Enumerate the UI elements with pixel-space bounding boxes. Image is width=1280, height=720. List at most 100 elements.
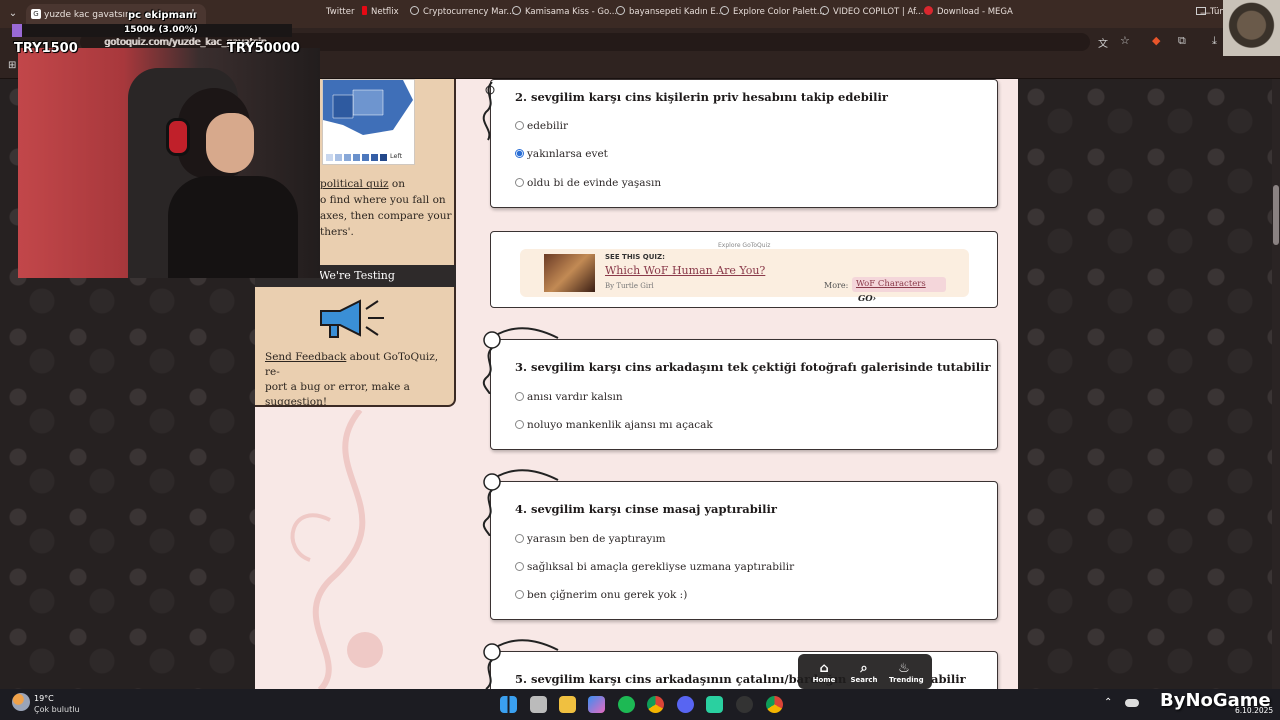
card-ornament [482,469,559,536]
answer-option[interactable]: sağlıksal bi amaçla gerekliyse uzmana ya… [515,561,794,573]
floral-decoration [290,410,383,690]
legend-swatch [326,154,333,161]
bookmark-crypto[interactable]: Cryptocurrency Mar... [410,5,515,19]
task-view-icon[interactable] [530,696,547,713]
radio-button[interactable] [515,562,524,571]
card-ornament [482,327,559,394]
flame-icon: ♨ [898,661,910,676]
goal-start: TRY1500 [14,41,78,56]
nav-trending-label: Trending [889,676,924,684]
legend-label: Left [390,152,403,160]
streamer-body [168,176,298,278]
discord-icon[interactable] [677,696,694,713]
bookmark-mega[interactable]: Download - MEGA [924,5,1013,19]
site-favicon-icon: G [31,9,41,19]
question-text: 5. sevgilim karşı cins arkadaşının çatal… [515,672,847,686]
weather-desc: Çok bulutlu [34,705,80,714]
political-quiz-link[interactable]: political quiz [320,178,389,190]
answer-label: noluyo mankenlik ajansı mı açacak [527,419,713,431]
apps-grid-icon[interactable]: ⊞ [8,60,16,71]
more-label: More: [824,281,849,290]
nav-search-button[interactable]: ⌕ Search [849,661,879,685]
onedrive-icon[interactable] [1125,699,1139,707]
answer-label: oldu bi de evinde yaşasın [527,177,662,189]
nav-search-label: Search [850,676,878,684]
mega-icon [924,6,933,15]
spotify-icon[interactable] [618,696,635,713]
answer-option[interactable]: ben çiğnerim onu gerek yok :) [515,589,687,601]
question-card: 4. sevgilim karşı cinse masaj yaptırabil… [490,481,998,620]
bookmark-label: Cryptocurrency Mar... [423,7,515,17]
page-background-right [1018,79,1280,689]
quiz-text-line2: o find where you fall on [320,194,446,206]
weather-temp: 19°C [34,694,54,703]
radio-button[interactable] [515,590,524,599]
answer-option[interactable]: edebilir [515,120,568,132]
question-text-tail: abilir [931,672,966,686]
legend-swatch [335,154,342,161]
feedback-line2: port a bug or error, make a [265,381,410,393]
nav-home-label: Home [812,676,836,684]
tray-chevron-icon[interactable]: ⌃ [1104,697,1112,708]
nav-trending-button[interactable]: ♨ Trending [889,661,924,685]
bookmark-color-palette[interactable]: Explore Color Palett... [720,5,825,19]
bookmark-label: Twitter [326,7,355,17]
quiz-text-line4: thers'. [320,226,354,238]
legend-swatch [344,154,351,161]
bookmark-label: Netflix [371,7,399,17]
globe-icon [720,6,729,15]
legend-swatch [353,154,360,161]
app-icon[interactable] [706,696,723,713]
megaphone-icon [320,299,384,338]
tab-list-button[interactable]: ⌄ [6,7,20,21]
card-ornament [482,82,495,141]
send-feedback-link[interactable]: Send Feedback [265,351,346,363]
answer-label: yakınlarsa evet [527,148,608,160]
windows-start-icon[interactable] [500,696,517,713]
bookmark-star-icon[interactable]: ☆ [1120,34,1130,47]
bookmark-bayansepeti[interactable]: bayansepeti Kadın E... [616,5,724,19]
cat-overlay-image [1223,0,1280,56]
bookmark-kamisama[interactable]: Kamisama Kiss - Go... [512,5,617,19]
scrollbar[interactable] [1272,79,1280,689]
feedback-text: Send Feedback about GoToQuiz, re- port a… [265,350,450,410]
translate-icon[interactable]: 文 [1098,35,1108,50]
question-card: 3. sevgilim karşı cins arkadaşını tek çe… [490,339,998,450]
promo-thumbnail[interactable] [544,254,595,292]
answer-option[interactable]: oldu bi de evinde yaşasın [515,177,661,189]
extension-icon[interactable]: ◆ [1152,34,1160,47]
tab-title: yuzde kac gavatsın [44,10,131,20]
file-explorer-icon[interactable] [559,696,576,713]
radio-button[interactable] [515,420,524,429]
bookmark-video-copilot[interactable]: VIDEO COPILOT | Af... [820,5,923,19]
quiz-text-on: on [388,178,405,190]
answer-option[interactable]: yakınlarsa evet [515,148,608,160]
obs-icon[interactable] [736,696,753,713]
wof-characters-button[interactable]: WoF Characters GO› [852,277,946,304]
legend-swatch [362,154,369,161]
weather-icon[interactable] [12,693,30,711]
answer-option[interactable]: noluyo mankenlik ajansı mı açacak [515,419,713,431]
legend-swatch [371,154,378,161]
download-icon[interactable]: ⤓ [1212,34,1217,48]
extensions-puzzle-icon[interactable]: ⧉ [1178,34,1186,48]
copilot-icon[interactable] [588,696,605,713]
promo-author: By Turtle Girl [605,282,654,290]
more-link-label: WoF Characters [856,279,926,289]
go-label: GO› [858,294,877,304]
promo-quiz-title[interactable]: Which WoF Human Are You? [605,264,765,277]
chrome-icon[interactable] [766,696,783,713]
donation-progress-fill [12,24,22,37]
see-this-quiz-label: SEE THIS QUIZ: [605,253,665,261]
bookmark-netflix[interactable]: Netflix [362,5,399,19]
answer-label: ben çiğnerim onu gerek yok :) [527,589,688,601]
scrollbar-thumb[interactable] [1273,185,1279,245]
nav-home-button[interactable]: ⌂ Home [809,662,839,685]
donation-amount: 1500₺ (3.00%) [124,25,198,35]
radio-button[interactable] [515,178,524,187]
chrome-icon[interactable] [647,696,664,713]
search-icon: ⌕ [860,661,868,676]
stream-goal-title: pc ekipmanı [128,10,197,21]
bookmark-twitter[interactable]: Twitter [326,5,355,19]
radio-button-selected[interactable] [515,149,524,158]
